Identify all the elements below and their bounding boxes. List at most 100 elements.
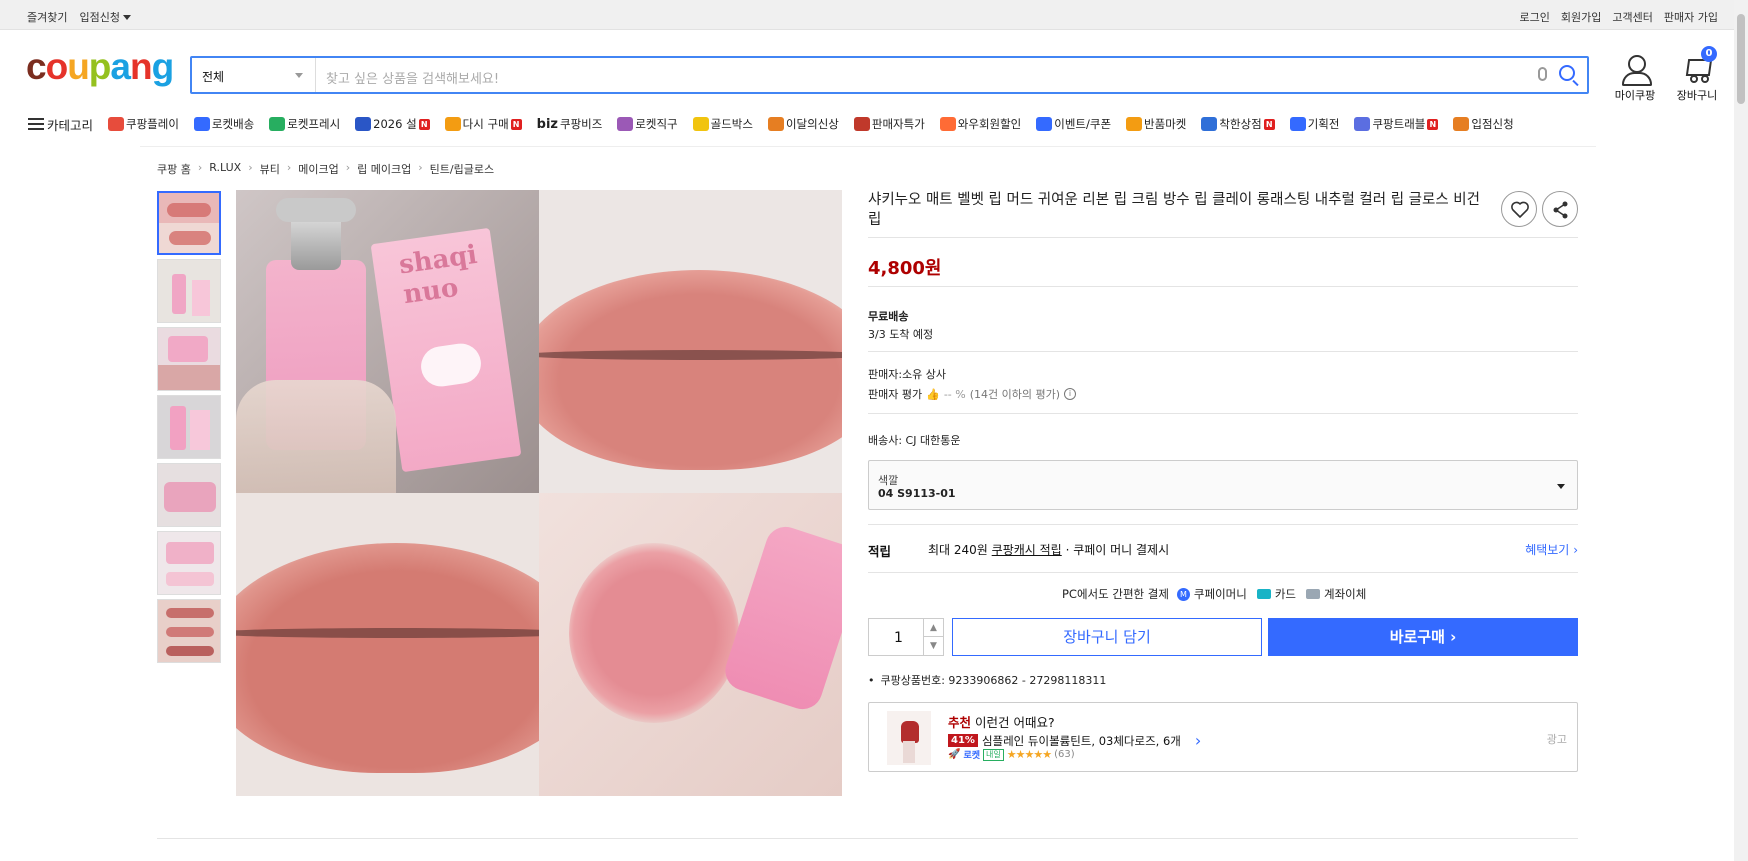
- nav-item-label: 2026 설: [373, 117, 417, 131]
- wishlist-button[interactable]: [1501, 191, 1537, 227]
- product-id: • 쿠팡상품번호: 9233906862 - 27298118311: [868, 672, 1106, 688]
- nav-item-label: 쿠팡비즈: [559, 117, 603, 131]
- new-badge: N: [1427, 118, 1439, 130]
- quantity-increase-button[interactable]: ▲: [923, 619, 943, 637]
- search-icon[interactable]: [1559, 65, 1575, 81]
- nav-item-14[interactable]: 착한상점 N: [1201, 116, 1275, 132]
- person-icon: [1622, 55, 1652, 86]
- free-shipping-label: 무료배송: [868, 310, 909, 323]
- nav-item-label: 쿠팡플레이: [126, 117, 179, 131]
- nav-item-label: 로켓프레시: [287, 117, 341, 131]
- breadcrumb-item[interactable]: 틴트/립글로스: [430, 161, 494, 177]
- thumbnail-1[interactable]: [157, 191, 221, 255]
- color-option-select[interactable]: 색깔 04 S9113-01: [868, 460, 1578, 510]
- nav-divider: [140, 146, 1596, 147]
- recommended-item-name: 심플레인 듀이볼륨틴트, 03체다로즈, 6개: [981, 733, 1181, 748]
- scrollbar-thumb[interactable]: [1737, 14, 1745, 104]
- signup-link[interactable]: 회원가입: [1561, 9, 1601, 25]
- add-to-cart-button[interactable]: 장바구니 담기: [952, 618, 1262, 656]
- nav-item-5[interactable]: 다시 구매 N: [444, 116, 522, 132]
- new-badge: N: [510, 118, 522, 130]
- nav-item-icon: [1201, 117, 1218, 131]
- thumbnail-4[interactable]: [157, 395, 221, 459]
- nav-item-label: 착한상점: [1219, 117, 1262, 131]
- vertical-scrollbar[interactable]: [1734, 0, 1748, 861]
- pay-method-bank: 계좌이체: [1324, 587, 1367, 601]
- nav-item-13[interactable]: 반품마켓: [1126, 116, 1186, 132]
- seller-rating-label: 판매자 평가: [868, 388, 923, 401]
- thumbnail-7[interactable]: [157, 599, 221, 663]
- pay-method-coupay: 쿠페이머니: [1193, 587, 1247, 601]
- coupang-cash-link[interactable]: 쿠팡캐시 적립: [992, 543, 1062, 557]
- quantity-value[interactable]: 1: [894, 630, 903, 646]
- category-label: 카테고리: [47, 117, 94, 133]
- nav-item-icon: [1354, 117, 1371, 131]
- nav-item-1[interactable]: 쿠팡플레이: [108, 116, 179, 132]
- nav-item-6[interactable]: biz 쿠팡비즈: [537, 116, 603, 132]
- nav-item-icon: [1126, 117, 1143, 131]
- chevron-right-icon: ›: [1573, 543, 1578, 557]
- product-title: 샤키누오 매트 벨벳 립 머드 귀여운 리본 립 크림 방수 립 클레이 롱래스…: [868, 192, 1480, 228]
- thumbnail-6[interactable]: [157, 531, 221, 595]
- chevron-right-icon: ›: [1450, 628, 1457, 646]
- thumbnail-3[interactable]: [157, 327, 221, 391]
- new-badge: N: [1263, 118, 1275, 130]
- breadcrumb-item[interactable]: 뷰티: [260, 161, 280, 177]
- partner-apply-dropdown[interactable]: 입점신청: [79, 9, 131, 25]
- chevron-down-icon: [1557, 484, 1565, 489]
- thumbnail-2[interactable]: [157, 259, 221, 323]
- share-button[interactable]: [1542, 191, 1578, 227]
- coupang-logo[interactable]: coupang: [26, 48, 174, 85]
- recommendation-ad[interactable]: 추천 이런건 어때요? 41% 심플레인 듀이볼륨틴트, 03체다로즈, 6개 …: [868, 702, 1578, 772]
- quantity-stepper[interactable]: 1 ▲ ▼: [868, 618, 944, 656]
- cart-button[interactable]: 장바구니: [1672, 55, 1722, 103]
- nav-item-11[interactable]: 와우회원할인: [939, 116, 1021, 132]
- share-icon: [1553, 201, 1568, 219]
- microphone-icon[interactable]: [1538, 67, 1547, 81]
- chevron-right-icon: ›: [345, 161, 351, 174]
- seller-name: 판매자:소유 상사: [868, 368, 947, 381]
- quantity-decrease-button[interactable]: ▼: [923, 637, 943, 655]
- buy-now-button[interactable]: 바로구매 ›: [1268, 618, 1578, 656]
- payment-intro: PC에서도 간편한 결제: [1062, 587, 1169, 601]
- bookmark-link[interactable]: 즐겨찾기: [27, 9, 67, 25]
- search-category-select[interactable]: 전체: [192, 58, 316, 92]
- nav-item-icon: [617, 117, 634, 131]
- seller-signup-link[interactable]: 판매자 가입: [1664, 9, 1718, 25]
- nav-item-label: 기획전: [1307, 117, 1340, 131]
- nav-item-17[interactable]: 입점신청: [1453, 116, 1514, 132]
- breadcrumb-item[interactable]: 쿠팡 홈: [157, 161, 191, 177]
- info-icon[interactable]: i: [1064, 388, 1076, 400]
- thumbnail-5[interactable]: [157, 463, 221, 527]
- customer-center-link[interactable]: 고객센터: [1612, 9, 1652, 25]
- breadcrumb-item[interactable]: 립 메이크업: [357, 161, 411, 177]
- nav-item-label: 쿠팡트래블: [1372, 117, 1426, 131]
- recommendation-headline: 추천 이런건 어때요?: [948, 712, 1055, 731]
- search-input[interactable]: 찾고 싶은 상품을 검색해보세요!: [326, 68, 499, 87]
- nav-item-9[interactable]: 이달의신상: [767, 116, 839, 132]
- login-link[interactable]: 로그인: [1520, 9, 1550, 25]
- my-coupang-label: 마이쿠팡: [1614, 89, 1656, 102]
- category-menu-button[interactable]: 카테고리: [28, 115, 93, 134]
- breadcrumb-item[interactable]: R.LUX: [209, 161, 241, 177]
- nav-item-8[interactable]: 골드박스: [692, 116, 753, 132]
- nav-item-3[interactable]: 로켓프레시: [269, 116, 340, 132]
- reward-label: 적립: [868, 544, 892, 559]
- my-coupang-button[interactable]: 마이쿠팡: [1610, 55, 1660, 103]
- nav-item-7[interactable]: 로켓직구: [617, 116, 678, 132]
- nav-item-4[interactable]: 2026 설N: [355, 116, 430, 132]
- nav-item-10[interactable]: 판매자특가: [853, 116, 925, 132]
- nav-item-icon: [355, 117, 372, 131]
- seller-rating: 판매자 평가 👍 -- % (14건 이하의 평가) i: [868, 386, 1076, 402]
- breadcrumb-item[interactable]: 메이크업: [298, 161, 338, 177]
- nav-item-12[interactable]: 이벤트/쿠폰: [1036, 116, 1111, 132]
- chevron-right-icon[interactable]: ›: [1195, 731, 1201, 750]
- nav-item-icon: [853, 117, 870, 131]
- benefit-link[interactable]: 혜택보기 ›: [1525, 541, 1578, 558]
- nav-item-15[interactable]: 기획전: [1289, 116, 1340, 132]
- thumbs-up-icon: 👍: [926, 387, 940, 401]
- nav-item-2[interactable]: 로켓배송: [193, 116, 254, 132]
- main-product-image[interactable]: shaqi nuo: [236, 190, 842, 796]
- rocket-label: 로켓: [963, 751, 981, 761]
- nav-item-16[interactable]: 쿠팡트래블 N: [1354, 116, 1439, 132]
